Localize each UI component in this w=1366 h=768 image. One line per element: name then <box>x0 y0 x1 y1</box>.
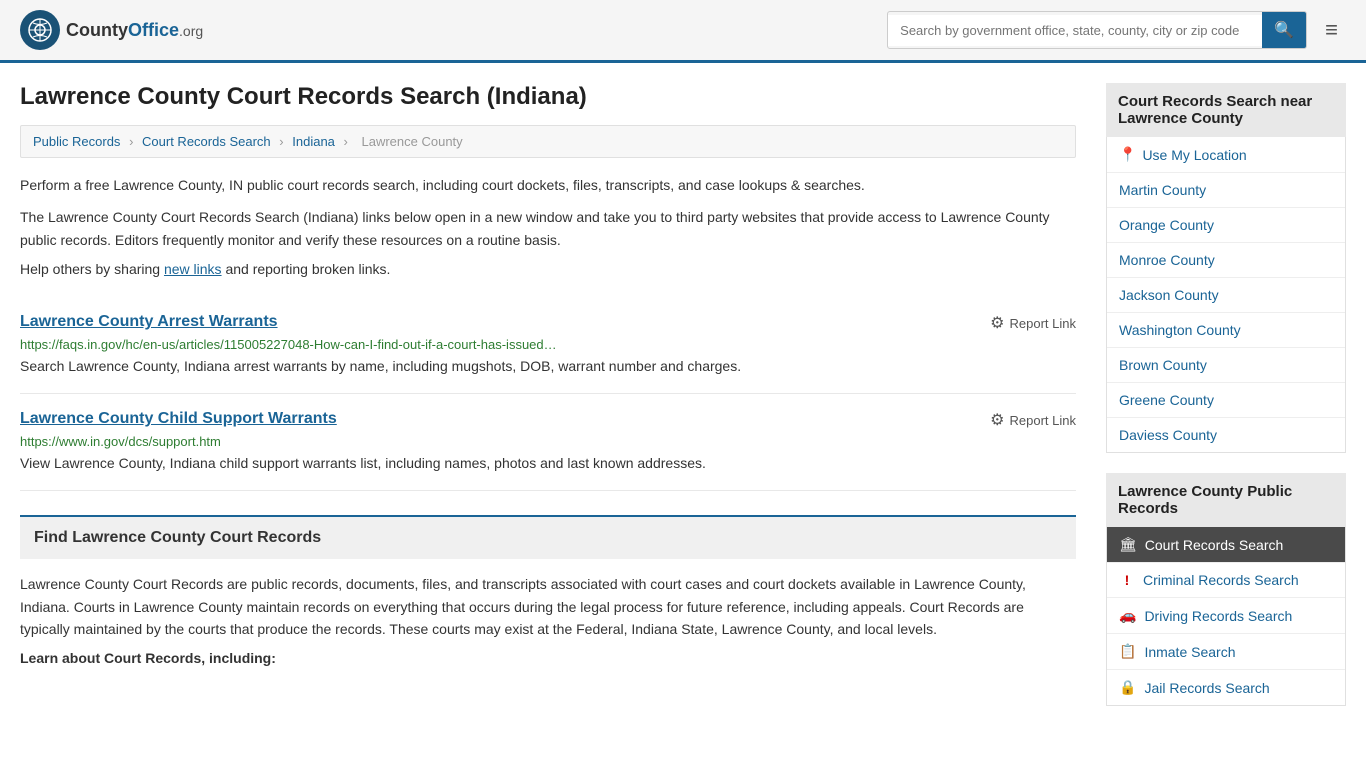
share-text: Help others by sharing new links and rep… <box>20 261 1076 277</box>
driving-records-icon: 🚗 <box>1119 607 1136 624</box>
sidebar-record-jail[interactable]: 🔒 Jail Records Search <box>1107 670 1345 705</box>
nearby-county-martin-link[interactable]: Martin County <box>1119 182 1206 198</box>
nearby-county-brown[interactable]: Brown County <box>1107 348 1345 383</box>
report-link-2[interactable]: ⚙ Report Link <box>990 410 1076 430</box>
sidebar-record-driving[interactable]: 🚗 Driving Records Search <box>1107 598 1345 634</box>
breadcrumb-public-records[interactable]: Public Records <box>33 134 120 149</box>
report-icon-1: ⚙ <box>990 313 1004 333</box>
report-icon-2: ⚙ <box>990 410 1004 430</box>
sidebar: Court Records Search near Lawrence Count… <box>1106 83 1346 706</box>
find-section-header: Find Lawrence County Court Records <box>20 515 1076 559</box>
nearby-county-jackson[interactable]: Jackson County <box>1107 278 1345 313</box>
sidebar-record-criminal[interactable]: ! Criminal Records Search <box>1107 563 1345 598</box>
logo-text: CountyOffice.org <box>66 20 203 41</box>
breadcrumb-court-records-search[interactable]: Court Records Search <box>142 134 271 149</box>
nearby-county-monroe[interactable]: Monroe County <box>1107 243 1345 278</box>
record-url-2[interactable]: https://www.in.gov/dcs/support.htm <box>20 434 1076 449</box>
search-button[interactable]: 🔍 <box>1262 12 1306 48</box>
nearby-county-greene-link[interactable]: Greene County <box>1119 392 1214 408</box>
share-text-prefix: Help others by sharing <box>20 261 164 277</box>
criminal-records-search-link[interactable]: Criminal Records Search <box>1143 572 1299 588</box>
site-header: CountyOffice.org 🔍 ≡ <box>0 0 1366 63</box>
use-my-location-link[interactable]: Use My Location <box>1142 147 1246 163</box>
record-title-child-support[interactable]: Lawrence County Child Support Warrants <box>20 410 337 428</box>
record-item-arrest-warrants: Lawrence County Arrest Warrants ⚙ Report… <box>20 297 1076 394</box>
hamburger-menu-button[interactable]: ≡ <box>1317 13 1346 47</box>
page-title: Lawrence County Court Records Search (In… <box>20 83 1076 111</box>
record-header-2: Lawrence County Child Support Warrants ⚙… <box>20 410 1076 430</box>
logo-icon <box>20 10 60 50</box>
nearby-counties-list: 📍 Use My Location Martin County Orange C… <box>1106 137 1346 453</box>
report-link-label-1: Report Link <box>1010 316 1076 331</box>
logo-area[interactable]: CountyOffice.org <box>20 10 203 50</box>
breadcrumb-indiana[interactable]: Indiana <box>292 134 335 149</box>
breadcrumb: Public Records › Court Records Search › … <box>20 125 1076 158</box>
nearby-county-washington[interactable]: Washington County <box>1107 313 1345 348</box>
record-header-1: Lawrence County Arrest Warrants ⚙ Report… <box>20 313 1076 333</box>
sidebar-record-court-records[interactable]: 🏛 Court Records Search <box>1107 527 1345 563</box>
jail-records-icon: 🔒 <box>1119 679 1136 696</box>
nearby-county-jackson-link[interactable]: Jackson County <box>1119 287 1219 303</box>
learn-about-label: Learn about Court Records, including: <box>20 650 1076 666</box>
content-area: Lawrence County Court Records Search (In… <box>20 83 1076 706</box>
record-desc-2: View Lawrence County, Indiana child supp… <box>20 453 1076 474</box>
report-link-label-2: Report Link <box>1010 413 1076 428</box>
record-url-1[interactable]: https://faqs.in.gov/hc/en-us/articles/11… <box>20 337 1076 352</box>
use-my-location-item[interactable]: 📍 Use My Location <box>1107 137 1345 173</box>
record-title-arrest-warrants[interactable]: Lawrence County Arrest Warrants <box>20 313 278 331</box>
search-bar: 🔍 <box>887 11 1307 49</box>
nearby-county-orange-link[interactable]: Orange County <box>1119 217 1214 233</box>
record-item-child-support: Lawrence County Child Support Warrants ⚙… <box>20 394 1076 491</box>
criminal-records-icon: ! <box>1119 572 1135 588</box>
main-container: Lawrence County Court Records Search (In… <box>0 63 1366 726</box>
nearby-county-martin[interactable]: Martin County <box>1107 173 1345 208</box>
inmate-search-icon: 📋 <box>1119 643 1136 660</box>
report-link-1[interactable]: ⚙ Report Link <box>990 313 1076 333</box>
find-section: Find Lawrence County Court Records Lawre… <box>20 515 1076 666</box>
intro-paragraph-2: The Lawrence County Court Records Search… <box>20 206 1076 251</box>
nearby-county-monroe-link[interactable]: Monroe County <box>1119 252 1215 268</box>
breadcrumb-current: Lawrence County <box>362 134 463 149</box>
inmate-search-link[interactable]: Inmate Search <box>1144 644 1235 660</box>
nearby-county-brown-link[interactable]: Brown County <box>1119 357 1207 373</box>
header-right: 🔍 ≡ <box>887 11 1346 49</box>
search-input[interactable] <box>888 15 1262 46</box>
driving-records-search-link[interactable]: Driving Records Search <box>1144 608 1292 624</box>
nearby-county-daviess[interactable]: Daviess County <box>1107 418 1345 452</box>
new-links-link[interactable]: new links <box>164 261 222 277</box>
court-records-search-link[interactable]: Court Records Search <box>1145 537 1284 553</box>
location-pin-icon: 📍 <box>1119 146 1136 163</box>
nearby-county-washington-link[interactable]: Washington County <box>1119 322 1241 338</box>
nearby-section-title: Court Records Search near Lawrence Count… <box>1106 83 1346 137</box>
share-text-suffix: and reporting broken links. <box>222 261 391 277</box>
nearby-county-orange[interactable]: Orange County <box>1107 208 1345 243</box>
record-desc-1: Search Lawrence County, Indiana arrest w… <box>20 356 1076 377</box>
nearby-county-daviess-link[interactable]: Daviess County <box>1119 427 1217 443</box>
court-records-icon: 🏛 <box>1119 536 1137 553</box>
sidebar-record-inmate[interactable]: 📋 Inmate Search <box>1107 634 1345 670</box>
nearby-county-greene[interactable]: Greene County <box>1107 383 1345 418</box>
find-section-text: Lawrence County Court Records are public… <box>20 573 1076 640</box>
intro-paragraph-1: Perform a free Lawrence County, IN publi… <box>20 174 1076 196</box>
jail-records-search-link[interactable]: Jail Records Search <box>1144 680 1269 696</box>
public-records-section-title: Lawrence County Public Records <box>1106 473 1346 527</box>
public-records-list: 🏛 Court Records Search ! Criminal Record… <box>1106 527 1346 706</box>
